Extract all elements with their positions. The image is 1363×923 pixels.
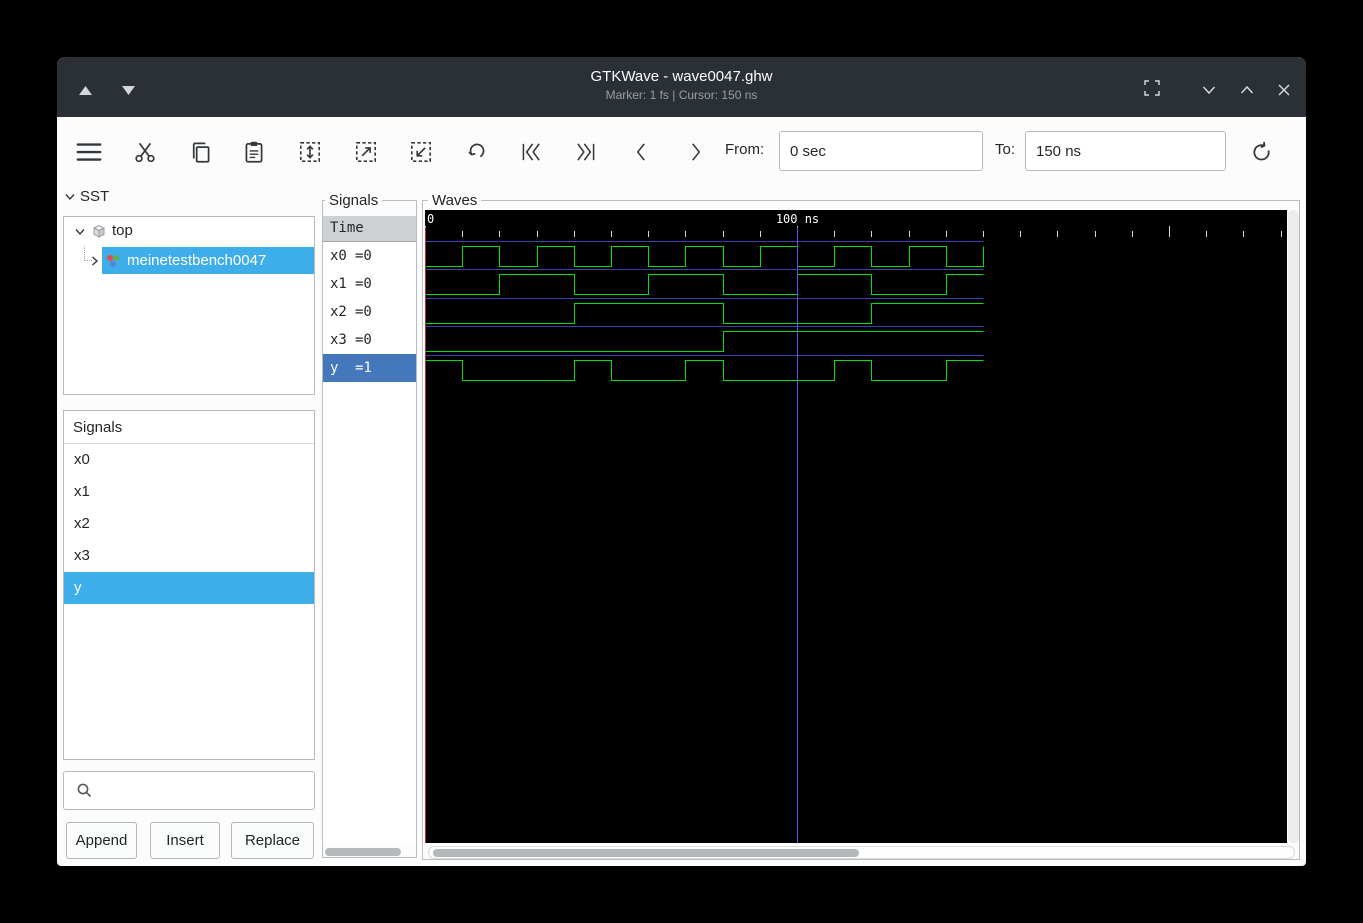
signals-list-header: Signals [64, 411, 314, 444]
trace-name: x1 [330, 276, 347, 292]
titlebar[interactable]: GTKWave - wave0047.ghw Marker: 1 fs | Cu… [57, 57, 1306, 117]
sst-signals-list: Signals x0 x1 x2 x3 y [63, 410, 315, 760]
tree-item-label: top [112, 222, 133, 239]
chevron-down-icon [65, 193, 75, 200]
expander-right-icon[interactable] [91, 256, 99, 266]
signal-list-item-y[interactable]: y [64, 572, 314, 604]
restore-up-icon[interactable] [1236, 79, 1258, 101]
selected-tree-highlight[interactable]: meinetestbench0047 [102, 247, 314, 274]
waveform-plot: 0 100 ns [425, 210, 1287, 843]
paste-icon[interactable] [237, 135, 271, 169]
signal-list-item-x0[interactable]: x0 [64, 444, 314, 476]
trace-value: =0 [355, 304, 372, 320]
append-button[interactable]: Append [66, 822, 137, 859]
to-label: To: [995, 141, 1016, 158]
trace-row-x0[interactable]: x0 =0 [323, 242, 416, 270]
wave-canvas[interactable]: 0 100 ns [425, 210, 1287, 843]
cut-icon[interactable] [128, 135, 162, 169]
from-input[interactable] [779, 131, 983, 171]
tree-item-label: meinetestbench0047 [127, 252, 267, 269]
from-label: From: [725, 141, 765, 158]
testbench-icon [106, 254, 120, 267]
signal-list-item-x1[interactable]: x1 [64, 476, 314, 508]
waves-v-scrollbar[interactable] [1288, 210, 1299, 843]
sst-header-label: SST [80, 188, 110, 205]
module-icon [92, 224, 106, 238]
sst-tree-item-meinetestbench0047[interactable]: meinetestbench0047 [64, 246, 314, 275]
trace-name: x3 [330, 332, 347, 348]
signals-frame-fill [323, 384, 416, 844]
waves-frame-legend: Waves [428, 192, 482, 209]
marker-cursor-status: Marker: 1 fs | Cursor: 150 ns [605, 88, 758, 102]
zoom-in-icon[interactable] [349, 135, 383, 169]
replace-button[interactable]: Replace [231, 822, 314, 859]
time-column-header: Time [323, 216, 416, 242]
trace-value: =1 [355, 360, 372, 376]
scrollbar-thumb[interactable] [433, 849, 859, 857]
svg-text:0: 0 [427, 212, 434, 226]
trace-name: x2 [330, 304, 347, 320]
signals-frame-legend: Signals [325, 192, 383, 209]
menu-icon[interactable] [72, 135, 106, 169]
signal-search [63, 771, 315, 810]
scrollbar-thumb[interactable] [325, 848, 401, 856]
window-title: GTKWave - wave0047.ghw [590, 68, 773, 85]
svg-text:100 ns: 100 ns [776, 212, 819, 226]
trace-value: =0 [355, 248, 372, 264]
trace-value: =0 [355, 276, 372, 292]
trace-row-y[interactable]: y =1 [323, 354, 416, 382]
reload-icon[interactable] [1244, 135, 1278, 169]
titlebar-shade-down-icon[interactable] [117, 79, 139, 101]
tree-guide-line [84, 246, 85, 261]
sst-tree-item-top[interactable]: top [64, 217, 314, 246]
signal-list-item-x3[interactable]: x3 [64, 540, 314, 572]
signal-search-input[interactable] [63, 771, 315, 810]
sst-tree: top meinetestbench0047 [63, 216, 315, 395]
trace-row-x3[interactable]: x3 =0 [323, 326, 416, 354]
gtkwave-window: GTKWave - wave0047.ghw Marker: 1 fs | Cu… [57, 57, 1306, 866]
trace-row-x1[interactable]: x1 =0 [323, 270, 416, 298]
go-to-end-icon[interactable] [569, 135, 603, 169]
insert-button[interactable]: Insert [150, 822, 220, 859]
step-forward-icon[interactable] [679, 135, 713, 169]
search-icon [77, 783, 92, 798]
trace-row-x2[interactable]: x2 =0 [323, 298, 416, 326]
step-back-icon[interactable] [624, 135, 658, 169]
go-to-start-icon[interactable] [514, 135, 548, 169]
trace-value: =0 [355, 332, 372, 348]
waves-h-scrollbar[interactable] [428, 846, 1295, 859]
zoom-out-icon[interactable] [404, 135, 438, 169]
signals-h-scrollbar[interactable] [323, 846, 416, 858]
titlebar-shade-up-icon[interactable] [74, 79, 96, 101]
zoom-fit-icon[interactable] [293, 135, 327, 169]
trace-name: x0 [330, 248, 347, 264]
copy-icon[interactable] [184, 135, 218, 169]
expander-down-icon[interactable] [75, 228, 85, 236]
minimize-icon[interactable] [1198, 79, 1220, 101]
toolbar: From: To: [57, 117, 1306, 185]
maximize-icon[interactable] [1141, 77, 1163, 99]
screen: GTKWave - wave0047.ghw Marker: 1 fs | Cu… [0, 0, 1363, 923]
close-icon[interactable] [1273, 79, 1295, 101]
trace-name: y [330, 360, 339, 376]
to-input[interactable] [1025, 131, 1226, 171]
undo-icon[interactable] [460, 135, 494, 169]
signal-list-item-x2[interactable]: x2 [64, 508, 314, 540]
sst-section-header[interactable]: SST [65, 188, 109, 205]
